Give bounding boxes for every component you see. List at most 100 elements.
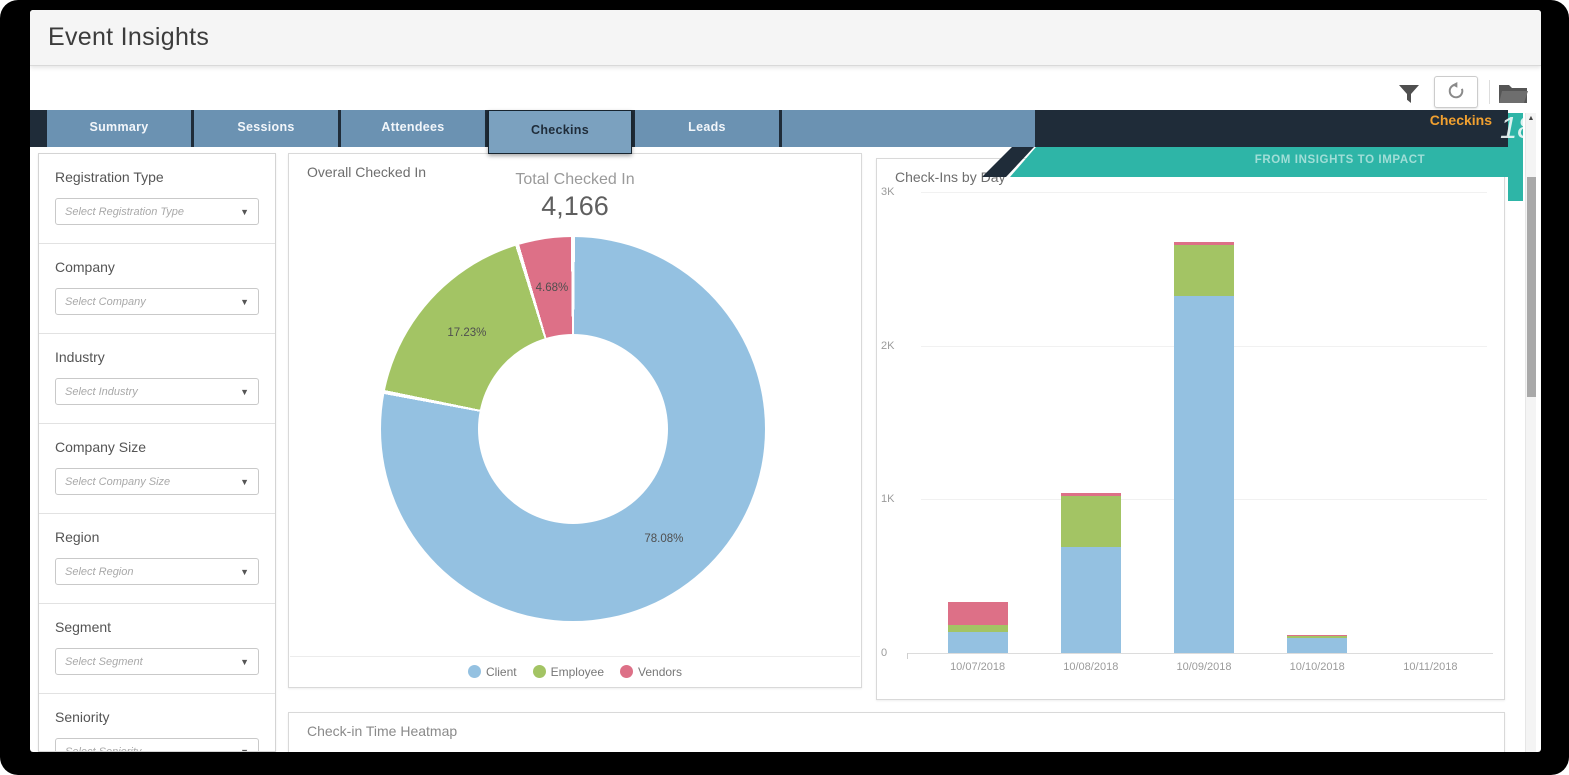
bar-segment-10-10-2018-client — [1287, 637, 1348, 653]
page-title: Event Insights — [48, 23, 210, 51]
heatmap-panel-title: Check-in Time Heatmap — [307, 723, 458, 739]
tab-checkins[interactable]: Checkins — [488, 110, 632, 154]
bar-segment-10-07-2018-client — [947, 632, 1008, 653]
banner-tagline: FROM INSIGHTS TO IMPACT — [1254, 154, 1426, 166]
bar-segment-10-09-2018-client — [1174, 296, 1234, 653]
x-axis-tick-label: 10/08/2018 — [1063, 661, 1119, 673]
tab-bar: Summary Sessions Attendees Checkins Leads — [30, 110, 1508, 154]
chevron-down-icon: ▼ — [240, 746, 249, 752]
filter-group-company: Company Select Company ▼ — [39, 244, 275, 334]
dropdown-region[interactable]: Select Region ▼ — [55, 558, 259, 585]
bar-segment-10-09-2018-vendors — [1174, 241, 1234, 245]
dropdown-company[interactable]: Select Company ▼ — [55, 288, 259, 315]
axis-tick — [907, 653, 908, 659]
filter-group-company-size: Company Size Select Company Size ▼ — [39, 424, 275, 514]
dropdown-placeholder: Select Company — [65, 295, 146, 308]
bar-segment-10-08-2018-client — [1060, 546, 1121, 653]
dropdown-placeholder: Select Company Size — [65, 475, 171, 488]
legend-item-vendors[interactable]: Vendors — [620, 665, 682, 679]
filter-label: Company Size — [55, 439, 147, 455]
y-axis-tick-label: 2K — [881, 339, 895, 352]
donut-slice-label-client: 78.08% — [644, 533, 684, 546]
filter-icon[interactable] — [1398, 84, 1420, 104]
refresh-button[interactable] — [1434, 76, 1478, 108]
scrollbar-thumb[interactable] — [1527, 177, 1536, 397]
chevron-down-icon: ▼ — [240, 386, 249, 397]
filter-label: Registration Type — [55, 169, 164, 185]
refresh-icon — [1447, 81, 1465, 103]
y-axis-tick-label: 0 — [881, 647, 888, 659]
tab-attendees[interactable]: Attendees — [341, 110, 485, 147]
x-axis-tick-label: 10/09/2018 — [1176, 661, 1232, 673]
legend-item-employee[interactable]: Employee — [532, 664, 604, 679]
tab-summary[interactable]: Summary — [47, 110, 191, 147]
y-axis-tick-label: 1K — [881, 493, 895, 506]
filter-label: Seniority — [55, 709, 110, 725]
panel-checkins-by-day: Check-Ins by Day 0 1K 2K 3K 10/07/2018 10/08/… — [876, 158, 1505, 700]
chevron-down-icon: ▼ — [240, 656, 249, 667]
tab-sessions[interactable]: Sessions — [194, 110, 338, 147]
tab-bar-empty-segment — [782, 110, 1035, 147]
bar-segment-10-08-2018-employee — [1060, 496, 1121, 547]
donut-slice-label-vendors: 4.68% — [535, 281, 569, 294]
toolbar-divider — [1489, 80, 1490, 104]
dropdown-placeholder: Select Region — [65, 565, 134, 578]
toolbar — [30, 66, 1541, 110]
x-axis-line — [907, 653, 1493, 654]
bar-segment-10-07-2018-vendors — [947, 601, 1008, 625]
legend-dot — [532, 665, 546, 678]
bar-segment-10-10-2018-vendors — [1287, 634, 1348, 637]
chevron-down-icon: ▼ — [240, 566, 249, 577]
donut-center-value: 4,166 — [541, 191, 609, 221]
filter-group-seniority: Seniority Select Seniority ▼ — [39, 694, 275, 752]
bar-segment-10-09-2018-employee — [1174, 245, 1234, 297]
filter-label: Segment — [55, 619, 112, 635]
chevron-down-icon: ▼ — [240, 296, 249, 307]
filter-group-segment: Segment Select Segment ▼ — [39, 604, 275, 694]
chevron-down-icon: ▼ — [240, 206, 249, 217]
tab-leads[interactable]: Leads — [635, 110, 779, 147]
title-bar: Event Insights — [30, 10, 1541, 66]
donut-slice-label-employee: 17.23% — [447, 327, 487, 340]
legend-label: Client — [485, 664, 517, 679]
filter-group-region: Region Select Region ▼ — [39, 514, 275, 604]
legend-label: Employee — [550, 664, 604, 679]
bar-segment-10-10-2018-employee — [1287, 636, 1348, 638]
panel-checkin-time-heatmap: Check-in Time Heatmap — [288, 712, 1505, 752]
dropdown-company-size[interactable]: Select Company Size ▼ — [55, 468, 259, 495]
donut-chart — [381, 237, 765, 621]
banner-teal-band: FROM INSIGHTS TO IMPACT — [1010, 147, 1523, 177]
banner-checkins-label: Checkins — [1429, 112, 1492, 128]
legend-item-client[interactable]: Client — [467, 664, 517, 679]
gridline — [921, 192, 1487, 193]
legend-dot — [620, 665, 633, 678]
video-frame: Event Insights Summary Sessions Attendee… — [0, 0, 1569, 775]
folder-icon[interactable] — [1498, 82, 1528, 104]
dropdown-seniority[interactable]: Select Seniority ▼ — [55, 738, 259, 752]
dropdown-placeholder: Select Industry — [65, 385, 138, 398]
dropdown-placeholder: Select Segment — [65, 655, 143, 668]
x-axis-tick-label: 10/10/2018 — [1289, 661, 1345, 673]
bar-segment-10-08-2018-vendors — [1060, 493, 1121, 497]
scrollbar-up-arrow-icon[interactable]: ▲ — [1526, 115, 1536, 122]
dropdown-registration-type[interactable]: Select Registration Type ▼ — [55, 198, 259, 225]
dropdown-placeholder: Select Registration Type — [65, 205, 185, 218]
filters-sidebar: Registration Type Select Registration Typ… — [38, 153, 276, 752]
chevron-down-icon: ▼ — [240, 476, 249, 487]
dropdown-segment[interactable]: Select Segment ▼ — [55, 648, 259, 675]
donut-center-title: Total Checked In — [515, 171, 635, 188]
legend-dot — [467, 665, 481, 678]
x-axis-tick-label: 10/11/2018 — [1403, 661, 1458, 673]
panel-overall-checked-in: Overall Checked In Total Checked In 4,16… — [288, 153, 862, 688]
filter-label: Region — [55, 529, 100, 545]
donut-legend: Client Employee Vendors — [290, 656, 860, 686]
filter-group-industry: Industry Select Industry ▼ — [39, 334, 275, 424]
legend-label: Vendors — [638, 664, 683, 679]
bar-chart: 0 1K 2K 3K 10/07/2018 10/08/2018 10/09/2018 10/… — [877, 159, 1504, 699]
scrollbar[interactable]: ▲ — [1525, 113, 1536, 752]
y-axis-tick-label: 3K — [881, 186, 895, 198]
bar-segment-10-07-2018-employee — [947, 624, 1008, 633]
dropdown-industry[interactable]: Select Industry ▼ — [55, 378, 259, 405]
x-axis-tick-label: 10/07/2018 — [950, 661, 1006, 673]
filter-label: Industry — [55, 349, 105, 365]
